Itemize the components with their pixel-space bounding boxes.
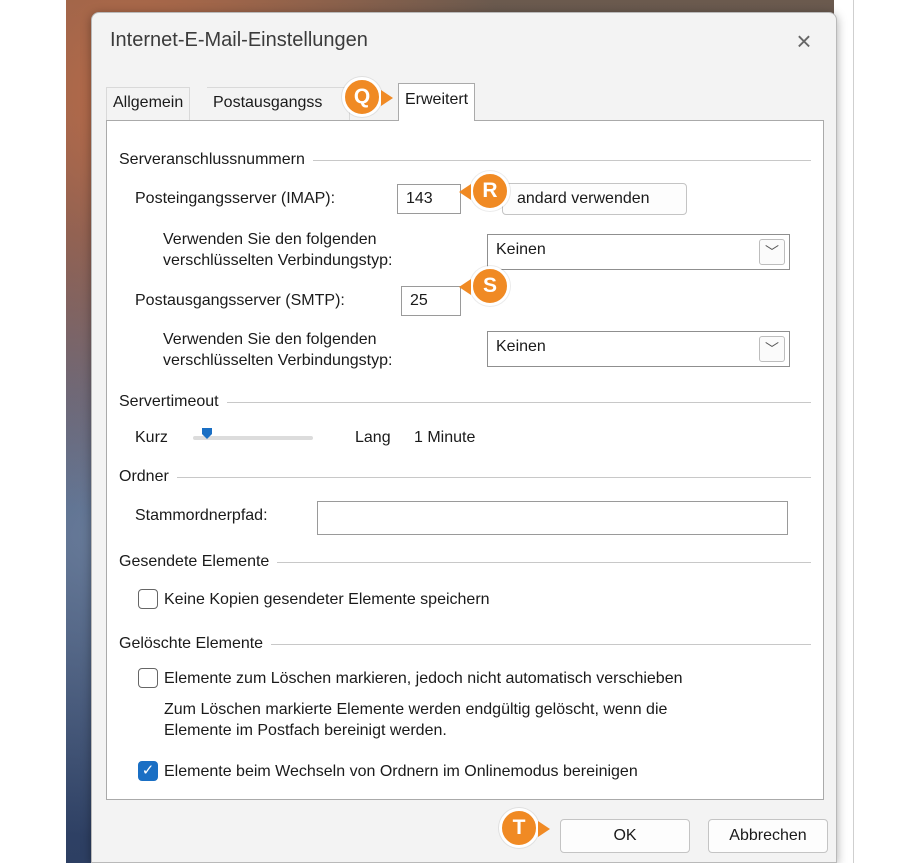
dialog-footer: OK Abbrechen — [92, 801, 836, 862]
advanced-panel: Serveranschlussnummern Posteingangsserve… — [106, 120, 824, 800]
mark-for-deletion-checkbox[interactable] — [138, 668, 158, 688]
purge-items-label[interactable]: Elemente beim Wechseln von Ordnern im On… — [164, 763, 638, 781]
group-title: Servertimeout — [119, 393, 219, 410]
use-default-button[interactable]: andard verwenden — [502, 183, 687, 215]
root-folder-input[interactable] — [317, 501, 788, 535]
smtp-port-label: Postausgangsserver (SMTP): — [135, 292, 345, 309]
mark-for-deletion-label[interactable]: Elemente zum Löschen markieren, jedoch n… — [164, 670, 683, 688]
smtp-encryption-select[interactable]: Keinen ﹀ — [487, 331, 790, 367]
group-title: Gelöschte Elemente — [119, 635, 264, 652]
annotation-badge-t: T — [499, 808, 550, 848]
annotation-badge-r: R — [459, 171, 510, 211]
dialog-title: Internet-E-Mail-Einstellungen — [110, 29, 368, 51]
close-icon[interactable]: × — [790, 27, 818, 55]
server-ports-group: Serveranschlussnummern — [119, 151, 811, 169]
tab-general[interactable]: Allgemein — [106, 87, 191, 120]
group-title: Gesendete Elemente — [119, 553, 270, 570]
tab-advanced[interactable]: Erweitert — [398, 83, 476, 121]
imap-port-input[interactable]: 143 — [397, 184, 461, 214]
root-folder-label: Stammordnerpfad: — [135, 507, 268, 524]
smtp-encryption-label: Verwenden Sie den folgenden verschlüssel… — [163, 331, 393, 369]
no-copies-checkbox[interactable] — [138, 589, 158, 609]
imap-encryption-label: Verwenden Sie den folgenden verschlüssel… — [163, 231, 393, 269]
timeout-long-label: Lang — [355, 429, 391, 446]
group-title: Ordner — [119, 468, 169, 485]
tab-outgoing-server[interactable]: Postausgangss — [207, 87, 350, 120]
ok-button[interactable]: OK — [560, 819, 690, 853]
deleted-items-group: Gelöschte Elemente — [119, 635, 811, 653]
purge-items-checkbox[interactable]: ✓ — [138, 761, 158, 781]
timeout-slider[interactable] — [193, 436, 313, 440]
chevron-down-icon[interactable]: ﹀ — [759, 239, 785, 265]
timeout-short-label: Kurz — [135, 429, 168, 446]
timeout-value: 1 Minute — [414, 429, 476, 446]
imap-encryption-select[interactable]: Keinen ﹀ — [487, 234, 790, 270]
chevron-down-icon[interactable]: ﹀ — [759, 336, 785, 362]
no-copies-label[interactable]: Keine Kopien gesendeter Elemente speiche… — [164, 591, 490, 609]
smtp-port-input[interactable]: 25 — [401, 286, 461, 316]
email-settings-dialog: Internet-E-Mail-Einstellungen × Allgemei… — [91, 12, 837, 863]
group-title: Serveranschlussnummern — [119, 151, 305, 168]
sent-items-group: Gesendete Elemente — [119, 553, 811, 571]
imap-port-label: Posteingangsserver (IMAP): — [135, 190, 336, 207]
folders-group: Ordner — [119, 468, 811, 486]
cancel-button[interactable]: Abbrechen — [708, 819, 828, 853]
annotation-badge-q: Q — [342, 77, 393, 117]
annotation-badge-s: S — [459, 266, 510, 306]
deletion-info-text: Zum Löschen markierte Elemente werden en… — [164, 701, 668, 739]
server-timeout-group: Servertimeout — [119, 393, 811, 411]
